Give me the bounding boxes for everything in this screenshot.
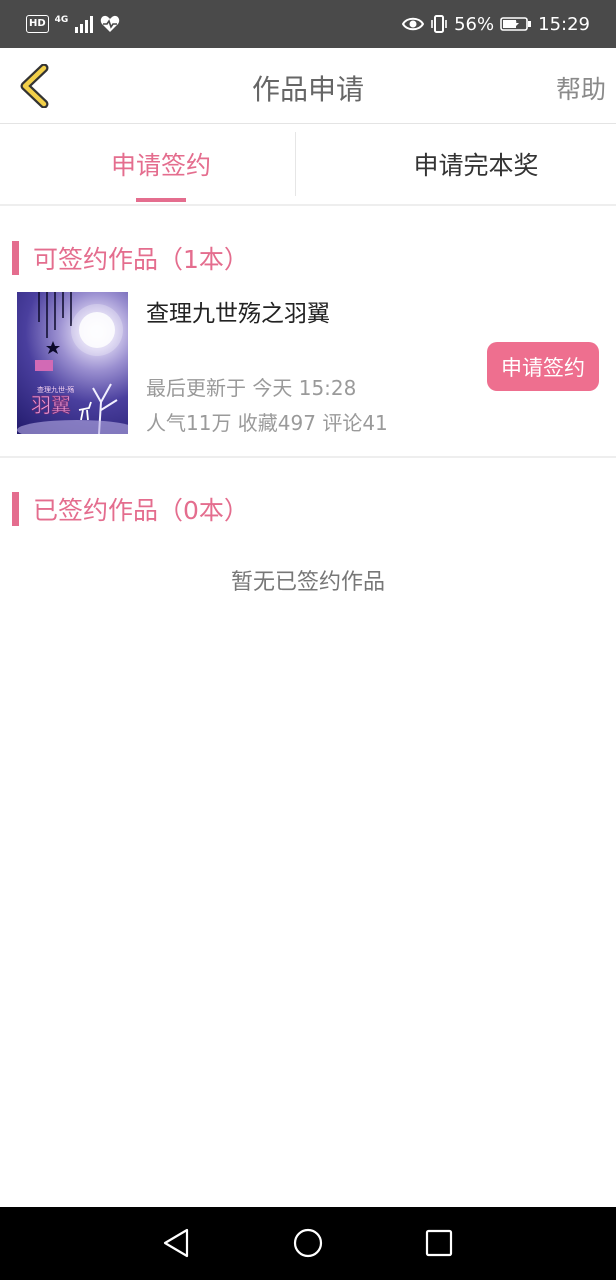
signable-section-header: 可签约作品（1本） bbox=[12, 241, 249, 275]
tab-bar: 申请签约 申请完本奖 bbox=[0, 124, 616, 206]
section-accent-bar bbox=[12, 492, 19, 526]
book-cover-art: 查理九世·殇 羽翼 bbox=[17, 292, 128, 434]
book-stats: 人气11万 收藏497 评论41 bbox=[146, 411, 388, 435]
hd-badge: HD bbox=[26, 15, 49, 33]
status-right: 56% 15:29 bbox=[402, 12, 590, 36]
status-bar: HD 4G 56% 15:29 bbox=[0, 0, 616, 48]
book-card[interactable]: 查理九世·殇 羽翼 查理九世殇之羽翼 最后更新于 今天 15:28 人气11万 … bbox=[0, 282, 616, 458]
nav-home-button[interactable] bbox=[290, 1225, 326, 1261]
empty-state-text: 暂无已签约作品 bbox=[230, 570, 385, 595]
battery-icon bbox=[500, 17, 532, 31]
nav-back-button[interactable] bbox=[158, 1225, 194, 1261]
tab-apply-sign[interactable]: 申请签约 bbox=[0, 124, 322, 204]
vibrate-icon bbox=[431, 15, 447, 33]
tab-apply-completion-award[interactable]: 申请完本奖 bbox=[296, 124, 616, 204]
book-cover[interactable]: 查理九世·殇 羽翼 bbox=[17, 292, 128, 434]
book-title[interactable]: 查理九世殇之羽翼 bbox=[146, 294, 330, 328]
signal-icon bbox=[75, 16, 94, 33]
home-circle-icon bbox=[293, 1228, 323, 1258]
active-tab-indicator bbox=[136, 198, 186, 202]
eye-comfort-icon bbox=[402, 17, 425, 31]
status-left: HD 4G bbox=[26, 13, 120, 35]
recents-square-icon bbox=[425, 1229, 453, 1257]
signed-section-title: 已签约作品（0本） bbox=[33, 496, 249, 525]
apply-sign-button[interactable]: 申请签约 bbox=[487, 342, 599, 391]
page-title: 作品申请 bbox=[251, 73, 364, 106]
clock: 15:29 bbox=[538, 13, 590, 35]
battery-percent: 56% bbox=[454, 13, 495, 35]
back-triangle-icon bbox=[163, 1228, 189, 1258]
nav-recents-button[interactable] bbox=[421, 1225, 457, 1261]
health-heart-icon bbox=[101, 15, 120, 32]
title-bar: 作品申请 帮助 bbox=[0, 48, 616, 124]
book-last-updated: 最后更新于 今天 15:28 bbox=[146, 376, 357, 400]
signed-section-header: 已签约作品（0本） bbox=[12, 492, 249, 526]
signable-section-title: 可签约作品（1本） bbox=[33, 245, 249, 274]
section-accent-bar bbox=[12, 241, 19, 275]
cover-title-text: 羽翼 bbox=[31, 393, 71, 417]
help-button[interactable]: 帮助 bbox=[556, 70, 606, 106]
system-nav-bar bbox=[0, 1207, 616, 1280]
network-type: 4G bbox=[54, 15, 69, 25]
